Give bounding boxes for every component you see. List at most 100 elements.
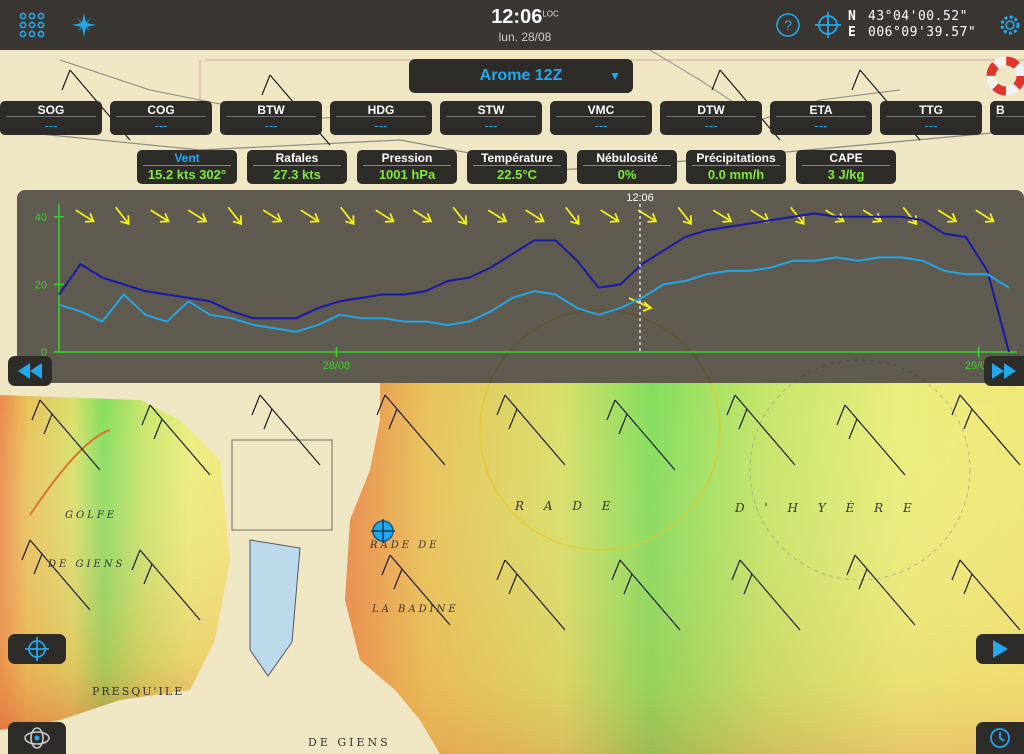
lat-hemisphere: N <box>848 9 857 24</box>
clock-icon <box>990 728 1010 748</box>
weather-temperature[interactable]: Température 22.5°C <box>467 150 567 184</box>
wind-arrow <box>150 209 170 223</box>
instrument-value: --- <box>814 118 828 133</box>
weather-label: Rafales <box>253 150 341 166</box>
weather-value: 0.0 mm/h <box>707 167 765 182</box>
weather-gusts[interactable]: Rafales 27.3 kts <box>247 150 347 184</box>
weather-value: 3 J/kg <box>827 167 865 182</box>
instrument-value: --- <box>264 118 278 133</box>
time-cursor[interactable]: 12:06 <box>626 192 654 352</box>
wind-arrow <box>677 206 693 226</box>
top-bar: 12:06LOC lun. 28/08 ? N 43°04'00.52" E 006… <box>0 0 1024 50</box>
position-readout: N 43°04'00.52" E 006°09'39.57" <box>848 9 976 41</box>
compass-star-icon[interactable] <box>68 9 100 41</box>
instrument-label: HDG <box>336 101 426 117</box>
weather-label: Pression <box>363 150 451 166</box>
instrument-label: COG <box>116 101 206 117</box>
crosshair-icon[interactable] <box>812 9 844 41</box>
wind-arrow <box>375 209 395 223</box>
instrument-vmc[interactable]: VMC --- <box>550 101 652 135</box>
svg-text:LA BADINE: LA BADINE <box>371 604 459 615</box>
wind-arrow <box>300 209 320 223</box>
gear-icon[interactable] <box>994 9 1024 41</box>
current-date: lun. 28/08 <box>498 30 552 44</box>
instrument-label: DTW <box>666 101 756 117</box>
instrument-value: --- <box>484 118 498 133</box>
longitude-value: 006°09'39.57" <box>868 25 977 40</box>
wind-arrow <box>937 209 958 223</box>
lon-hemisphere: E <box>848 25 857 40</box>
weather-pressure[interactable]: Pression 1001 hPa <box>357 150 457 184</box>
map-label-rade: R A D E <box>514 499 619 513</box>
instrument-btw[interactable]: BTW --- <box>220 101 322 135</box>
x-axis: 28/08 29/08 <box>59 347 1017 372</box>
instrument-cog[interactable]: COG --- <box>110 101 212 135</box>
wind-arrow <box>712 209 733 223</box>
wind-arrow <box>452 206 468 226</box>
weather-label: Précipitations <box>692 150 780 166</box>
wind-arrow <box>412 209 433 223</box>
help-circle-icon[interactable]: ? <box>772 9 804 41</box>
time-cursor-label: 12:06 <box>626 192 654 204</box>
clock-display: 12:06LOC lun. 28/08 <box>480 6 570 44</box>
rewind-button[interactable] <box>8 356 52 386</box>
weather-model-selector[interactable]: Arome 12Z ▼ <box>409 59 633 93</box>
layers-button[interactable] <box>8 722 66 754</box>
fast-forward-button[interactable] <box>984 356 1024 386</box>
instrument-label: B <box>996 101 1024 117</box>
latitude-value: 43°04'00.52" <box>868 9 968 24</box>
locate-button[interactable] <box>8 634 66 664</box>
weather-wind[interactable]: Vent 15.2 kts 302° <box>137 150 237 184</box>
svg-text:DE GIENS: DE GIENS <box>308 736 391 749</box>
wind-arrow <box>75 209 95 223</box>
wind-chart-svg: 0 20 40 28/08 29/08 12:06 <box>35 192 1017 372</box>
weather-precipitation[interactable]: Précipitations 0.0 mm/h <box>686 150 786 184</box>
instrument-hdg[interactable]: HDG --- <box>330 101 432 135</box>
instrument-eta[interactable]: ETA --- <box>770 101 872 135</box>
svg-text:PRESQU'ILE: PRESQU'ILE <box>92 685 184 698</box>
dropdown-triangle-icon: ▼ <box>609 69 621 83</box>
instrument-stw[interactable]: STW --- <box>440 101 542 135</box>
play-icon <box>993 640 1008 658</box>
wind-arrow <box>565 206 580 226</box>
weather-cloud-cover[interactable]: Nébulosité 0% <box>577 150 677 184</box>
fast-forward-icon <box>992 363 1016 379</box>
wind-arrow <box>227 206 243 226</box>
instrument-label: ETA <box>776 101 866 117</box>
wind-series-line <box>58 256 1010 333</box>
lifebuoy-icon[interactable] <box>986 56 1024 96</box>
series-lines <box>58 212 1010 353</box>
gust-series-line <box>58 212 1010 353</box>
wind-arrow <box>340 206 355 226</box>
y-tick-label: 40 <box>35 212 47 224</box>
instrument-value: --- <box>924 118 938 133</box>
y-axis: 0 20 40 <box>35 204 64 359</box>
time-zone-label: LOC <box>542 9 559 19</box>
svg-text:GOLFE: GOLFE <box>65 510 117 521</box>
wind-arrow <box>525 209 545 223</box>
instrument-value: --- <box>704 118 718 133</box>
weather-label: CAPE <box>802 150 890 166</box>
instrument-ttg[interactable]: TTG --- <box>880 101 982 135</box>
wind-arrow <box>115 206 130 226</box>
instrument-b[interactable]: B <box>990 101 1024 135</box>
weather-value: 1001 hPa <box>378 167 436 182</box>
weather-model-label: Arome 12Z <box>479 67 563 84</box>
weather-label: Nébulosité <box>583 150 671 166</box>
wind-arrow <box>487 209 508 223</box>
instrument-value: --- <box>374 118 388 133</box>
weather-cape[interactable]: CAPE 3 J/kg <box>796 150 896 184</box>
instrument-value: --- <box>154 118 168 133</box>
instrument-sog[interactable]: SOG --- <box>0 101 102 135</box>
play-button[interactable] <box>976 634 1024 664</box>
crosshair-icon <box>25 637 49 661</box>
grid-menu-icon[interactable] <box>16 9 48 41</box>
svg-text:DE GIENS: DE GIENS <box>47 559 125 570</box>
wind-arrow <box>600 209 620 223</box>
instrument-dtw[interactable]: DTW --- <box>660 101 762 135</box>
weather-value: 15.2 kts 302° <box>147 167 227 182</box>
weather-label: Température <box>473 150 561 166</box>
time-button[interactable] <box>976 722 1024 754</box>
wind-forecast-graph[interactable]: 0 20 40 28/08 29/08 12:06 <box>17 190 1024 383</box>
wind-direction-arrows <box>75 206 995 312</box>
